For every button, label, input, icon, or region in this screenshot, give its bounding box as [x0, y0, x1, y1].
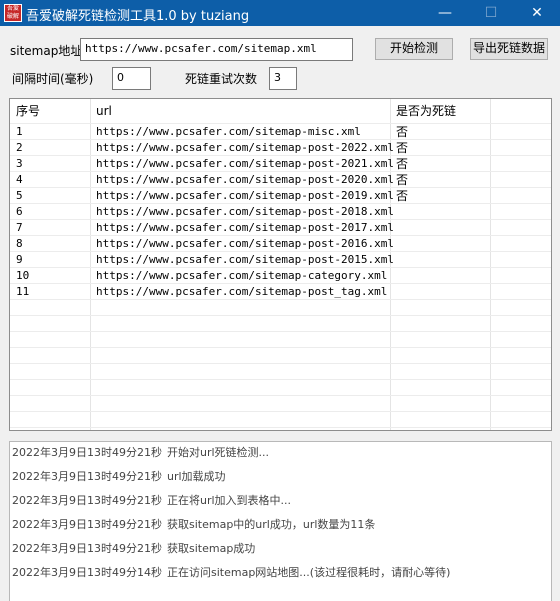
- maximize-button[interactable]: ☐: [468, 0, 514, 26]
- log-message: 开始对url死链检测...: [167, 446, 270, 459]
- row-index: 1: [16, 125, 23, 138]
- log-time: 2022年3月9日13时49分21秒: [12, 494, 162, 507]
- interval-label: 间隔时间(毫秒): [12, 72, 94, 86]
- log-entry: 2022年3月9日13时49分21秒 url加载成功: [10, 466, 551, 484]
- log-entry: 2022年3月9日13时49分14秒 正在访问sitemap网站地图...(该过程…: [10, 562, 551, 580]
- row-dead-status: 否: [396, 157, 409, 171]
- window-title: 吾爱破解死链检测工具1.0 by tuziang: [26, 9, 250, 24]
- retry-label: 死链重试次数: [185, 72, 258, 86]
- log-time: 2022年3月9日13时49分21秒: [12, 470, 162, 483]
- row-url: https://www.pcsafer.com/sitemap-post-201…: [96, 189, 395, 202]
- table-row[interactable]: 3 https://www.pcsafer.com/sitemap-post-20…: [10, 156, 551, 172]
- row-index: 10: [16, 269, 30, 282]
- row-url: https://www.pcsafer.com/sitemap-post-202…: [96, 173, 395, 186]
- table-row[interactable]: 5 https://www.pcsafer.com/sitemap-post-20…: [10, 188, 551, 204]
- retry-input[interactable]: 3: [269, 67, 297, 90]
- table-row[interactable]: 4 https://www.pcsafer.com/sitemap-post-20…: [10, 172, 551, 188]
- log-entry: 2022年3月9日13时49分21秒 获取sitemap中的url成功，url数量…: [10, 514, 551, 532]
- log-entry: 2022年3月9日13时49分21秒 正在将url加入到表格中...: [10, 490, 551, 508]
- log-time: 2022年3月9日13时49分14秒: [12, 566, 162, 579]
- column-header-index[interactable]: 序号: [16, 99, 40, 123]
- app-icon: 吾爱破解: [4, 4, 22, 22]
- sitemap-url-input[interactable]: https://www.pcsafer.com/sitemap.xml: [80, 38, 353, 61]
- table-row[interactable]: 2 https://www.pcsafer.com/sitemap-post-20…: [10, 140, 551, 156]
- row-url: https://www.pcsafer.com/sitemap-post-201…: [96, 221, 395, 234]
- export-dead-links-button[interactable]: 导出死链数据: [470, 38, 548, 60]
- row-url: https://www.pcsafer.com/sitemap-post-201…: [96, 205, 395, 218]
- log-message: 正在访问sitemap网站地图...(该过程很耗时，请耐心等待): [167, 566, 451, 579]
- log-time: 2022年3月9日13时49分21秒: [12, 446, 162, 459]
- row-url: https://www.pcsafer.com/sitemap-post-201…: [96, 237, 395, 250]
- start-check-button[interactable]: 开始检测: [375, 38, 453, 60]
- row-index: 3: [16, 157, 23, 170]
- log-message: 获取sitemap中的url成功，url数量为11条: [167, 518, 376, 531]
- close-button[interactable]: ✕: [514, 0, 560, 26]
- log-message: url加载成功: [167, 470, 226, 483]
- row-index: 2: [16, 141, 23, 154]
- row-url: https://www.pcsafer.com/sitemap-post_tag…: [96, 285, 388, 298]
- log-time: 2022年3月9日13时49分21秒: [12, 542, 162, 555]
- log-time: 2022年3月9日13时49分21秒: [12, 518, 162, 531]
- table-row[interactable]: 8 https://www.pcsafer.com/sitemap-post-20…: [10, 236, 551, 252]
- row-index: 11: [16, 285, 30, 298]
- row-index: 7: [16, 221, 23, 234]
- row-dead-status: 否: [396, 173, 409, 187]
- row-url: https://www.pcsafer.com/sitemap-post-201…: [96, 253, 395, 266]
- log-entry: 2022年3月9日13时49分21秒 开始对url死链检测...: [10, 442, 551, 460]
- log-panel: 2022年3月9日13时49分21秒 开始对url死链检测... 2022年3月9日…: [9, 441, 552, 601]
- column-header-url[interactable]: url: [96, 99, 112, 123]
- row-index: 6: [16, 205, 23, 218]
- row-index: 5: [16, 189, 23, 202]
- row-url: https://www.pcsafer.com/sitemap-post-202…: [96, 157, 395, 170]
- row-url: https://www.pcsafer.com/sitemap-category…: [96, 269, 388, 282]
- log-message: 获取sitemap成功: [167, 542, 256, 555]
- row-url: https://www.pcsafer.com/sitemap-misc.xml: [96, 125, 361, 138]
- table-row[interactable]: 7 https://www.pcsafer.com/sitemap-post-20…: [10, 220, 551, 236]
- title-bar: 吾爱破解 吾爱破解死链检测工具1.0 by tuziang — ☐ ✕: [0, 0, 560, 26]
- table-row[interactable]: 9 https://www.pcsafer.com/sitemap-post-20…: [10, 252, 551, 268]
- sitemap-label: sitemap地址: [10, 44, 83, 58]
- column-header-dead-link[interactable]: 是否为死链: [396, 99, 456, 123]
- log-entry: 2022年3月9日13时49分21秒 获取sitemap成功: [10, 538, 551, 556]
- minimize-button[interactable]: —: [422, 0, 468, 26]
- table-row[interactable]: 10 https://www.pcsafer.com/sitemap-catego…: [10, 268, 551, 284]
- table-row[interactable]: 1 https://www.pcsafer.com/sitemap-misc.xm…: [10, 124, 551, 140]
- table-row[interactable]: 6 https://www.pcsafer.com/sitemap-post-20…: [10, 204, 551, 220]
- row-dead-status: 否: [396, 141, 409, 155]
- table-row[interactable]: 11 https://www.pcsafer.com/sitemap-post_t…: [10, 284, 551, 300]
- interval-input[interactable]: 0: [112, 67, 151, 90]
- row-index: 8: [16, 237, 23, 250]
- results-table: 序号 url 是否为死链 1 https://www.pcsafer.com/si…: [9, 98, 552, 431]
- row-index: 4: [16, 173, 23, 186]
- row-index: 9: [16, 253, 23, 266]
- row-url: https://www.pcsafer.com/sitemap-post-202…: [96, 141, 395, 154]
- log-message: 正在将url加入到表格中...: [167, 494, 292, 507]
- row-dead-status: 否: [396, 125, 409, 139]
- row-dead-status: 否: [396, 189, 409, 203]
